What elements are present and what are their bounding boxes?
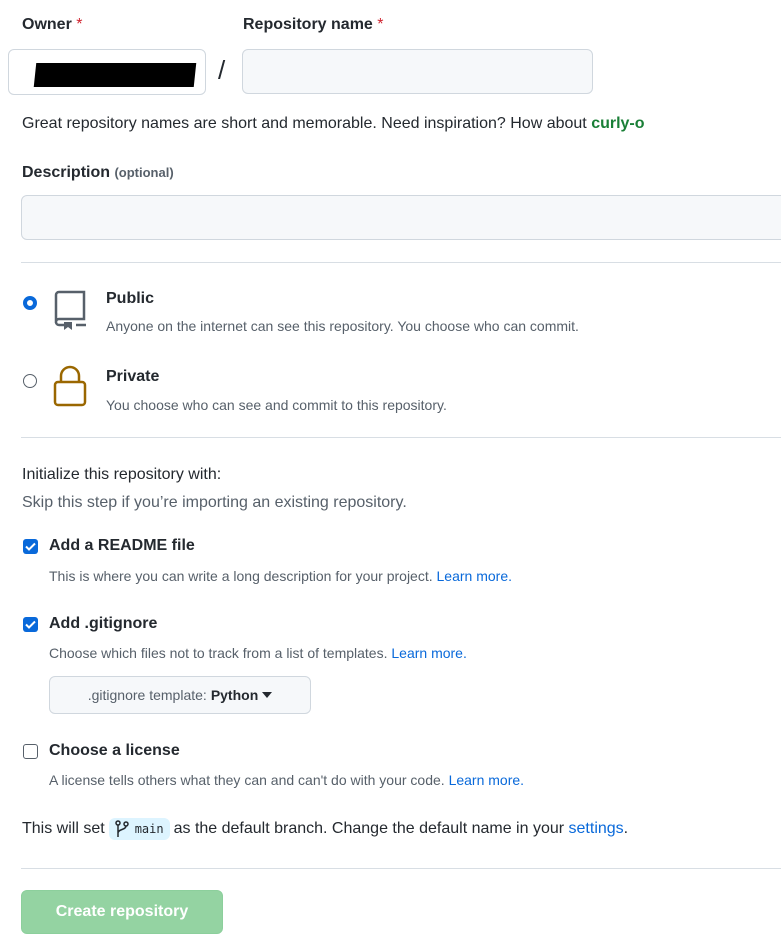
name-suggestion[interactable]: curly-o bbox=[591, 115, 644, 132]
description-label: Description (optional) bbox=[22, 164, 174, 181]
license-desc: A license tells others what they can and… bbox=[49, 772, 525, 788]
repo-name-hint: Great repository names are short and mem… bbox=[22, 115, 645, 132]
readme-checkbox[interactable] bbox=[23, 539, 38, 554]
checkmark-icon bbox=[25, 620, 36, 629]
owner-selector[interactable] bbox=[8, 49, 206, 95]
git-branch-icon bbox=[114, 820, 129, 837]
private-desc: You choose who can see and commit to thi… bbox=[106, 397, 447, 413]
owner-redacted bbox=[33, 63, 197, 87]
init-subtitle: Skip this step if you’re importing an ex… bbox=[22, 494, 407, 511]
gitignore-desc: Choose which files not to track from a l… bbox=[49, 645, 467, 661]
private-title: Private bbox=[106, 368, 160, 385]
init-title: Initialize this repository with: bbox=[22, 466, 222, 483]
public-desc: Anyone on the internet can see this repo… bbox=[106, 318, 579, 334]
public-radio[interactable] bbox=[23, 296, 37, 310]
create-repository-button[interactable]: Create repository bbox=[21, 890, 223, 934]
gitignore-template-select[interactable]: .gitignore template: Python bbox=[49, 676, 311, 714]
checkmark-icon bbox=[25, 542, 36, 551]
gitignore-checkbox[interactable] bbox=[23, 617, 38, 632]
repo-name-input[interactable] bbox=[242, 49, 593, 94]
gitignore-label[interactable]: Add .gitignore bbox=[49, 615, 157, 633]
divider bbox=[21, 437, 781, 438]
public-title: Public bbox=[106, 290, 155, 307]
settings-link[interactable]: settings bbox=[569, 820, 624, 837]
repo-name-label: Repository name * bbox=[243, 16, 384, 33]
description-input[interactable] bbox=[21, 195, 781, 240]
gitignore-learn-more-link[interactable]: Learn more. bbox=[391, 645, 466, 661]
owner-repo-separator: / bbox=[218, 55, 226, 85]
license-label[interactable]: Choose a license bbox=[49, 742, 180, 760]
caret-down-icon bbox=[262, 692, 273, 698]
private-radio[interactable] bbox=[23, 374, 37, 388]
readme-label[interactable]: Add a README file bbox=[49, 537, 195, 555]
readme-desc: This is where you can write a long descr… bbox=[49, 568, 512, 584]
branch-chip: main bbox=[108, 818, 170, 840]
license-checkbox[interactable] bbox=[23, 744, 38, 759]
license-learn-more-link[interactable]: Learn more. bbox=[449, 772, 524, 788]
divider bbox=[21, 868, 781, 869]
readme-learn-more-link[interactable]: Learn more. bbox=[437, 568, 512, 584]
owner-label: Owner * bbox=[22, 16, 83, 33]
default-branch-info: This will set main as the default branch. … bbox=[22, 818, 628, 840]
repo-icon bbox=[54, 290, 86, 330]
divider bbox=[21, 262, 781, 263]
lock-icon bbox=[53, 365, 87, 407]
